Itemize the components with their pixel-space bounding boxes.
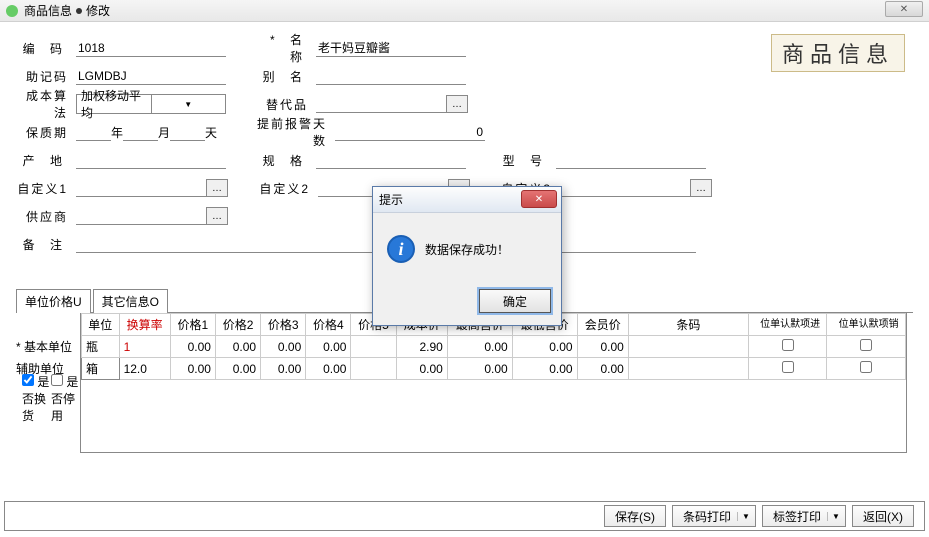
- info-icon: i: [387, 235, 415, 263]
- dialog-mask: 提示 ✕ i 数据保存成功！ 确定: [0, 0, 929, 537]
- dialog-ok-button[interactable]: 确定: [479, 289, 551, 313]
- dialog-close-button[interactable]: ✕: [521, 190, 557, 208]
- dialog-message: 数据保存成功！: [425, 241, 509, 258]
- dialog-title: 提示: [379, 191, 403, 208]
- dialog-titlebar: 提示 ✕: [373, 187, 561, 213]
- save-success-dialog: 提示 ✕ i 数据保存成功！ 确定: [372, 186, 562, 326]
